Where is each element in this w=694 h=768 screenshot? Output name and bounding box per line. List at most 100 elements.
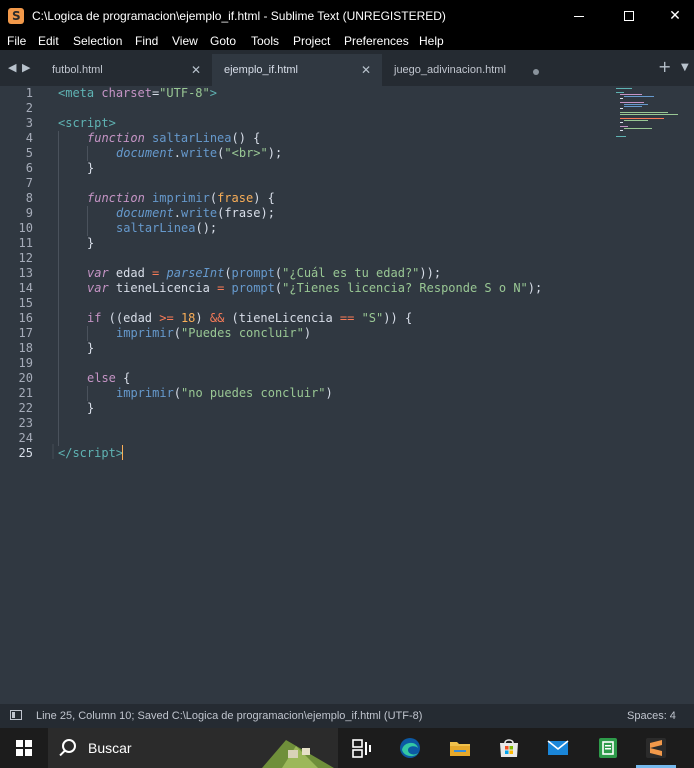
tab-label: futbol.html	[52, 64, 103, 76]
token: edad	[108, 266, 153, 280]
token: )	[303, 326, 312, 340]
unsaved-dot-icon[interactable]	[533, 69, 539, 75]
menu-edit[interactable]: Edit	[38, 33, 59, 49]
minimap-line	[616, 88, 632, 89]
token: "<br>"	[224, 146, 268, 160]
token: imprimir	[144, 191, 210, 205]
sidebar-toggle-icon[interactable]	[10, 710, 22, 720]
new-tab-icon[interactable]: +	[658, 58, 671, 76]
line-number: 8	[25, 191, 33, 205]
menu-find[interactable]: Find	[135, 33, 158, 49]
menu-preferences[interactable]: Preferences	[344, 33, 409, 49]
token: document	[116, 146, 174, 160]
tab-prev-icon[interactable]: ◀	[8, 60, 16, 76]
editor-area[interactable]: 1 2 3 4 5 6 7 8 9 10 11 12 13 14 15 16 1…	[0, 86, 694, 704]
code-line-20: else {	[87, 371, 130, 386]
notes-icon[interactable]	[596, 736, 620, 760]
menu-file[interactable]: File	[7, 33, 26, 49]
line-number: 21	[18, 386, 33, 400]
token: "¿Tienes licencia? Responde S o N"	[282, 281, 528, 295]
token: ();	[195, 221, 218, 235]
line-number: 24	[18, 431, 33, 445]
token: {	[115, 371, 131, 385]
code-line-22: }	[87, 401, 94, 416]
line-number-current: 25	[18, 446, 33, 460]
token: saltarLinea	[116, 221, 196, 235]
line-number: 23	[18, 416, 33, 430]
line-number: 3	[25, 116, 33, 130]
close-tab-icon[interactable]: ✕	[361, 62, 371, 78]
minimap-line	[624, 120, 648, 121]
line-number: 13	[18, 266, 33, 280]
menu-view[interactable]: View	[172, 33, 198, 49]
tab-label: juego_adivinacion.html	[394, 64, 506, 76]
token: write	[181, 146, 218, 160]
token: (	[209, 191, 218, 205]
minimap-line	[620, 102, 644, 103]
token: );	[527, 281, 543, 295]
taskbar-search[interactable]: Buscar	[48, 728, 338, 768]
minimize-button[interactable]	[556, 0, 602, 32]
token: "UTF-8"	[159, 86, 210, 100]
tab-futbol[interactable]: futbol.html ✕	[40, 54, 210, 86]
token: (	[173, 326, 182, 340]
menu-help[interactable]: Help	[419, 33, 444, 49]
line-number: 22	[18, 401, 33, 415]
tab-next-icon[interactable]: ▶	[22, 60, 30, 76]
microsoft-store-icon[interactable]	[497, 736, 521, 760]
tab-list-icon[interactable]: ▼	[681, 60, 689, 76]
close-tab-icon[interactable]: ✕	[191, 62, 201, 78]
maximize-button[interactable]	[606, 0, 652, 32]
code-line-17: imprimir("Puedes concluir")	[116, 326, 311, 341]
windows-start-icon[interactable]	[16, 740, 32, 756]
minimap-line	[620, 122, 623, 123]
sublime-text-taskbar-icon[interactable]	[644, 736, 668, 760]
tab-ejemplo-if[interactable]: ejemplo_if.html ✕	[212, 54, 382, 86]
token: imprimir	[116, 386, 174, 400]
token: else	[87, 371, 116, 385]
line-number: 10	[18, 221, 33, 235]
token: 18	[180, 311, 196, 325]
token: () {	[231, 131, 261, 145]
token: (frase);	[217, 206, 275, 220]
token: (	[224, 266, 232, 280]
code-line-16: if ((edad >= 18) && (tieneLicencia == "S…	[87, 311, 412, 326]
minimap[interactable]	[614, 86, 694, 176]
minimap-line	[624, 106, 642, 107]
line-number: 7	[25, 176, 33, 190]
code-text[interactable]: <meta charset="UTF-8"> <script> function…	[58, 86, 604, 704]
indentation-selector[interactable]: Spaces: 4	[627, 708, 676, 724]
menu-goto[interactable]: Goto	[210, 33, 236, 49]
menu-project[interactable]: Project	[293, 33, 330, 49]
tab-label: ejemplo_if.html	[224, 64, 298, 76]
tab-juego-adivinacion[interactable]: juego_adivinacion.html	[382, 54, 552, 86]
minimize-icon	[574, 15, 584, 17]
code-line-1: <meta charset="UTF-8">	[58, 86, 217, 101]
close-button[interactable]: ✕	[652, 0, 694, 32]
minimap-line	[616, 92, 624, 93]
token: (tieneLicencia	[224, 311, 340, 325]
token: &&	[209, 311, 225, 325]
menu-tools[interactable]: Tools	[251, 33, 279, 49]
code-line-5: document.write("<br>");	[116, 146, 282, 161]
task-view-icon[interactable]	[350, 736, 374, 760]
line-number: 14	[18, 281, 33, 295]
menu-selection[interactable]: Selection	[73, 33, 122, 49]
minimap-line	[620, 126, 628, 127]
token: }	[87, 236, 95, 250]
line-number: 4	[25, 131, 33, 145]
token: }	[87, 401, 95, 415]
mail-icon[interactable]	[546, 736, 570, 760]
edge-icon[interactable]	[398, 736, 422, 760]
token: meta	[65, 86, 95, 100]
maximize-icon	[624, 11, 634, 21]
code-line-13: var edad = parseInt(prompt("¿Cuál es tu …	[87, 266, 441, 281]
token: ==	[339, 311, 355, 325]
token: saltarLinea	[144, 131, 232, 145]
token: "S"	[361, 311, 384, 325]
code-line-14: var tieneLicencia = prompt("¿Tienes lice…	[87, 281, 542, 296]
file-explorer-icon[interactable]	[448, 736, 472, 760]
menu-bar: File Edit Selection Find View Goto Tools…	[0, 32, 694, 50]
minimap-line	[620, 112, 668, 113]
